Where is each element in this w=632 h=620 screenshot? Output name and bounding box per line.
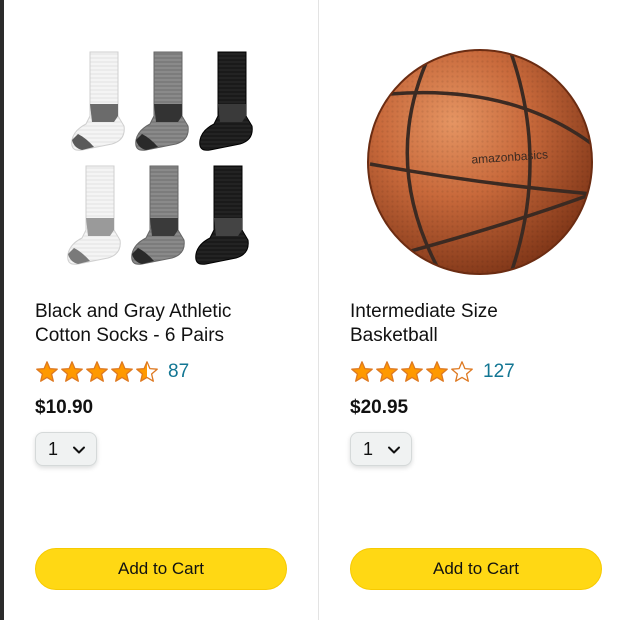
quantity-value: 1 [363,438,374,459]
chevron-down-icon [73,446,85,454]
rating-row: 87 [35,359,189,385]
quantity-select[interactable]: 1 [350,432,412,466]
quantity-value: 1 [48,438,59,459]
column-divider [318,0,319,620]
star-rating[interactable] [35,360,159,384]
price: $10.90 [35,397,94,418]
star-full-icon [111,361,133,382]
price: $20.95 [350,397,409,418]
star-full-icon [426,361,448,382]
product-card-socks: Black and Gray Athletic Cotton Socks - 6… [35,0,317,620]
product-card-basketball: amazonbasics Intermediate Size Basketbal… [350,0,632,620]
star-full-icon [86,361,108,382]
chevron-down-icon [388,446,400,454]
product-title-line: Intermediate Size [350,301,498,322]
product-title-line: Cotton Socks - 6 Pairs [35,325,225,346]
star-full-icon [401,361,423,382]
left-edge-divider [0,0,4,620]
product-title-line: Basketball [350,325,438,346]
basketball-product-image[interactable]: amazonbasics [360,44,600,280]
star-rating[interactable] [350,360,474,384]
star-full-icon [376,361,398,382]
star-empty-icon [451,361,473,382]
rating-row: 127 [350,359,515,385]
product-title-line: Black and Gray Athletic [35,301,232,322]
socks-image [67,51,253,265]
add-to-cart-button[interactable]: Add to Cart [350,548,602,590]
star-full-icon [61,361,83,382]
add-to-cart-button[interactable]: Add to Cart [35,548,287,590]
socks-product-image[interactable] [50,44,290,280]
basketball-image: amazonbasics [367,49,593,275]
star-full-icon [36,361,58,382]
product-title[interactable]: Black and Gray Athletic Cotton Socks - 6… [35,300,295,348]
star-full-icon [351,361,373,382]
product-title[interactable]: Intermediate Size Basketball [350,300,610,348]
review-count-link[interactable]: 127 [483,361,515,383]
quantity-select[interactable]: 1 [35,432,97,466]
star-half-icon [136,361,158,382]
review-count-link[interactable]: 87 [168,361,189,383]
